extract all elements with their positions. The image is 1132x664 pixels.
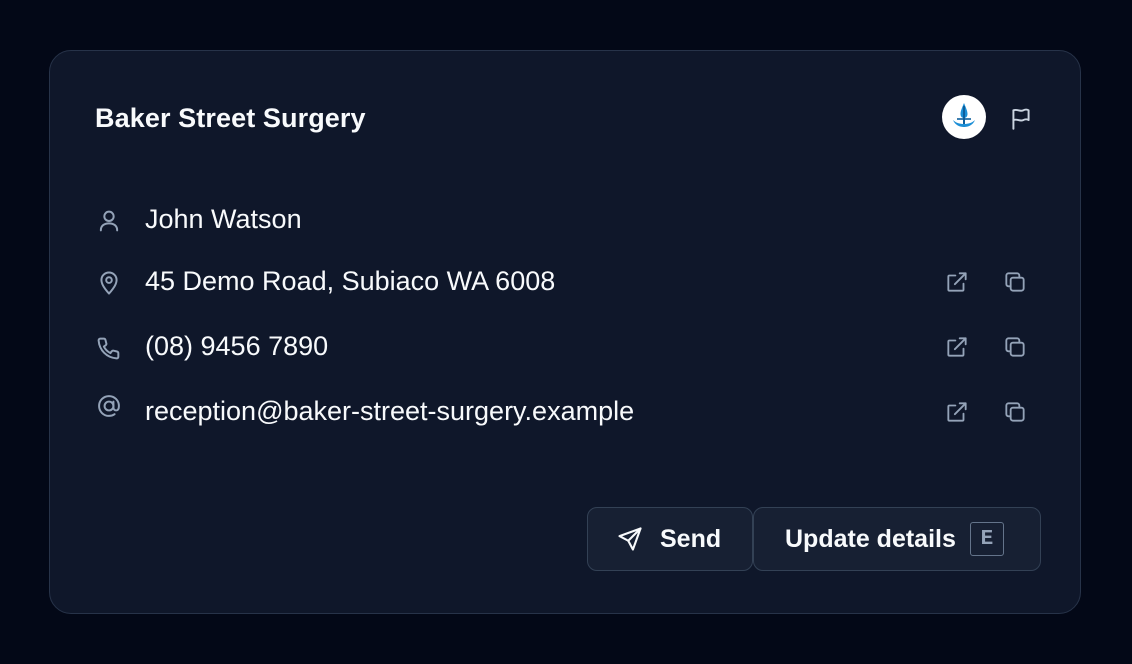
map-pin-icon	[95, 269, 123, 297]
send-button-label: Send	[660, 524, 722, 553]
contact-name: John Watson	[145, 204, 302, 234]
at-sign-icon	[95, 392, 123, 420]
contact-name-row: John Watson	[95, 200, 1040, 240]
phone-icon	[95, 334, 123, 362]
card-title: Baker Street Surgery	[95, 103, 366, 133]
practice-logo-icon	[942, 95, 986, 139]
contact-phone-row: (08) 9456 7890	[95, 327, 1040, 367]
contact-phone: (08) 9456 7890	[145, 331, 329, 361]
contact-email-row: reception@baker-street-surgery.example	[95, 392, 1040, 432]
copy-phone-copy-icon[interactable]	[1000, 332, 1030, 362]
open-address-external-link-icon[interactable]	[942, 267, 972, 297]
copy-email-copy-icon[interactable]	[1000, 397, 1030, 427]
update-details-label: Update details	[785, 524, 956, 553]
contact-email: reception@baker-street-surgery.example	[145, 396, 635, 426]
contact-address-row: 45 Demo Road, Subiaco WA 6008	[95, 262, 1040, 302]
contact-address: 45 Demo Road, Subiaco WA 6008	[145, 266, 556, 296]
keyboard-shortcut-badge: E	[969, 522, 1004, 556]
flag-icon[interactable]	[1005, 103, 1037, 135]
person-icon	[95, 207, 123, 235]
send-button[interactable]: Send	[587, 507, 753, 571]
contact-card: Baker Street Surgery John Watson 45 Demo…	[49, 50, 1081, 614]
update-details-button[interactable]: Update details E	[753, 507, 1041, 571]
copy-address-copy-icon[interactable]	[1000, 267, 1030, 297]
email-external-link-icon[interactable]	[942, 397, 972, 427]
send-icon	[616, 525, 644, 553]
call-phone-external-link-icon[interactable]	[942, 332, 972, 362]
